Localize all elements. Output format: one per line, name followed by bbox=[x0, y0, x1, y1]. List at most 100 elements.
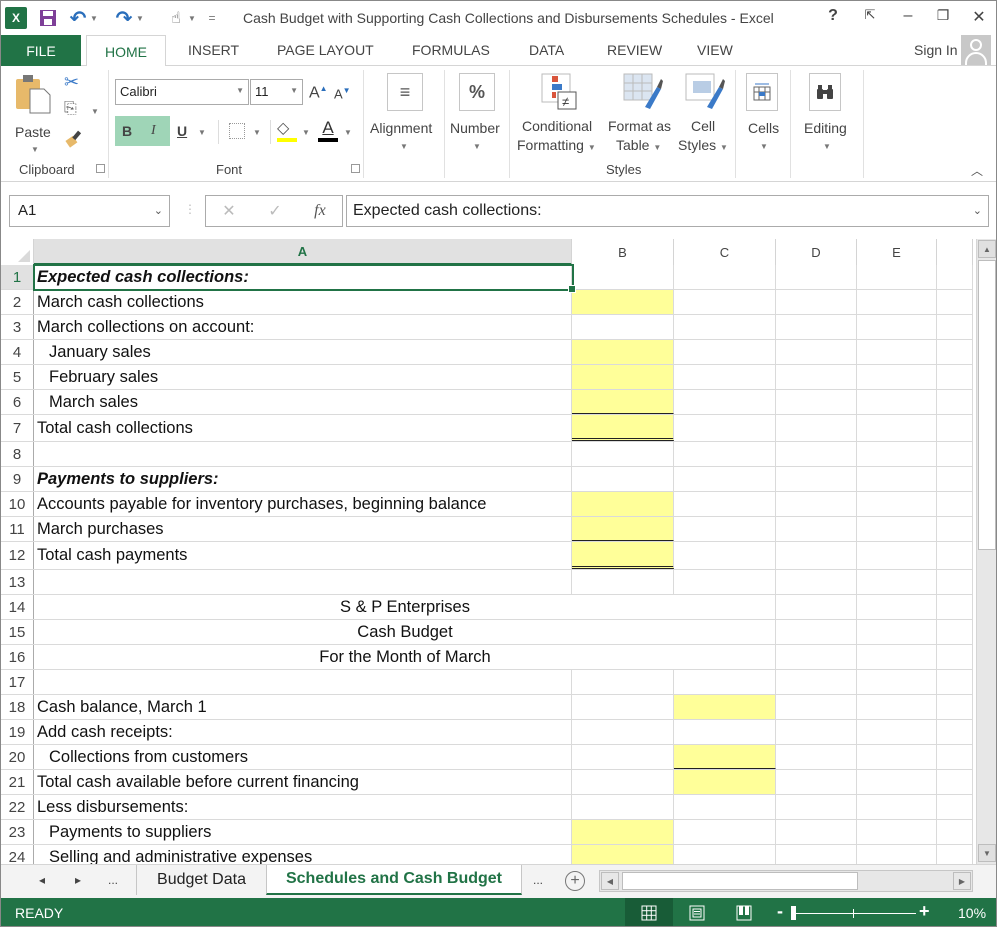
sign-in-link[interactable]: Sign In bbox=[914, 42, 958, 58]
cell-c21[interactable] bbox=[674, 770, 776, 794]
row-header[interactable]: 4 bbox=[1, 340, 34, 364]
row-header[interactable]: 3 bbox=[1, 315, 34, 339]
cell-f9[interactable] bbox=[937, 467, 973, 491]
cell-d3[interactable] bbox=[776, 315, 857, 339]
cell-d24[interactable] bbox=[776, 845, 857, 864]
cell-a15[interactable]: Cash Budget bbox=[34, 620, 776, 644]
copy-icon[interactable]: ⎘ bbox=[64, 100, 77, 118]
cell-f21[interactable] bbox=[937, 770, 973, 794]
cell-a8[interactable] bbox=[34, 442, 572, 466]
column-header[interactable] bbox=[937, 239, 973, 265]
cell-e11[interactable] bbox=[857, 517, 937, 541]
cell-c17[interactable] bbox=[674, 670, 776, 694]
font-color-dropdown-icon[interactable]: ▼ bbox=[344, 128, 352, 137]
cell-b12[interactable] bbox=[572, 542, 674, 569]
cell-d6[interactable] bbox=[776, 390, 857, 414]
minimize-button[interactable]: – bbox=[896, 7, 920, 25]
touch-mode-icon[interactable]: ☝ bbox=[165, 7, 187, 29]
cell-a4[interactable]: January sales bbox=[34, 340, 572, 364]
zoom-in-button[interactable]: + bbox=[919, 901, 930, 922]
tab-home[interactable]: HOME bbox=[86, 35, 166, 67]
cell-e7[interactable] bbox=[857, 415, 937, 441]
cell-d18[interactable] bbox=[776, 695, 857, 719]
zoom-level[interactable]: 10% bbox=[958, 905, 986, 921]
cell-a12[interactable]: Total cash payments bbox=[34, 542, 572, 569]
cell-f4[interactable] bbox=[937, 340, 973, 364]
scroll-left-icon[interactable]: ◀ bbox=[601, 872, 619, 890]
cell-a19[interactable]: Add cash receipts: bbox=[34, 720, 572, 744]
cell-e9[interactable] bbox=[857, 467, 937, 491]
cell-c5[interactable] bbox=[674, 365, 776, 389]
fill-color-button[interactable]: ◇ bbox=[277, 118, 297, 142]
zoom-slider-thumb[interactable] bbox=[791, 906, 796, 920]
cell-f1[interactable] bbox=[937, 265, 973, 289]
cell-b17[interactable] bbox=[572, 670, 674, 694]
cell-f20[interactable] bbox=[937, 745, 973, 769]
cell-f23[interactable] bbox=[937, 820, 973, 844]
vertical-scroll-thumb[interactable] bbox=[978, 260, 996, 550]
cell-d12[interactable] bbox=[776, 542, 857, 569]
cell-c7[interactable] bbox=[674, 415, 776, 441]
cell-d4[interactable] bbox=[776, 340, 857, 364]
prev-sheet-icon[interactable]: ◂ bbox=[39, 873, 45, 887]
cell-a1[interactable]: Expected cash collections: bbox=[34, 265, 572, 289]
close-button[interactable]: ✕ bbox=[967, 7, 991, 27]
cell-d8[interactable] bbox=[776, 442, 857, 466]
tab-data[interactable]: DATA bbox=[529, 42, 564, 58]
cell-b20[interactable] bbox=[572, 745, 674, 769]
cell-e12[interactable] bbox=[857, 542, 937, 569]
format-painter-icon[interactable] bbox=[65, 128, 85, 148]
cell-d1[interactable] bbox=[776, 265, 857, 289]
cell-a23[interactable]: Payments to suppliers bbox=[34, 820, 572, 844]
cell-e23[interactable] bbox=[857, 820, 937, 844]
underline-button[interactable]: U bbox=[177, 123, 187, 139]
row-header[interactable]: 6 bbox=[1, 390, 34, 414]
cell-a7[interactable]: Total cash collections bbox=[34, 415, 572, 441]
cell-c4[interactable] bbox=[674, 340, 776, 364]
cell-c24[interactable] bbox=[674, 845, 776, 864]
redo-icon[interactable]: ↷ bbox=[113, 7, 135, 30]
cell-c3[interactable] bbox=[674, 315, 776, 339]
zoom-out-button[interactable]: - bbox=[777, 901, 783, 922]
cell-e3[interactable] bbox=[857, 315, 937, 339]
cell-a13[interactable] bbox=[34, 570, 572, 594]
formula-input[interactable]: Expected cash collections: ⌄ bbox=[346, 195, 989, 227]
spreadsheet-grid[interactable]: ABCDE 1 Expected cash collections: 2 March … bbox=[1, 239, 976, 864]
column-header-a[interactable]: A bbox=[34, 239, 572, 265]
row-header[interactable]: 7 bbox=[1, 415, 34, 441]
cell-e24[interactable] bbox=[857, 845, 937, 864]
cell-c6[interactable] bbox=[674, 390, 776, 414]
cell-a10[interactable]: Accounts payable for inventory purchases… bbox=[34, 492, 572, 516]
cell-f8[interactable] bbox=[937, 442, 973, 466]
scroll-up-icon[interactable]: ▲ bbox=[978, 240, 996, 258]
cell-e20[interactable] bbox=[857, 745, 937, 769]
cell-f24[interactable] bbox=[937, 845, 973, 864]
sheet-tab-schedules-and-cash-budget[interactable]: Schedules and Cash Budget bbox=[266, 865, 522, 895]
borders-dropdown-icon[interactable]: ▼ bbox=[253, 128, 261, 137]
cell-b23[interactable] bbox=[572, 820, 674, 844]
collapse-ribbon-icon[interactable]: ︿ bbox=[971, 162, 983, 179]
cell-b2[interactable] bbox=[572, 290, 674, 314]
touch-dropdown-icon[interactable]: ▼ bbox=[187, 7, 197, 29]
cell-f5[interactable] bbox=[937, 365, 973, 389]
cell-a2[interactable]: March cash collections bbox=[34, 290, 572, 314]
help-button[interactable]: ? bbox=[821, 7, 845, 25]
cell-c2[interactable] bbox=[674, 290, 776, 314]
cell-b22[interactable] bbox=[572, 795, 674, 819]
cell-e10[interactable] bbox=[857, 492, 937, 516]
more-sheets-left[interactable]: ... bbox=[108, 873, 118, 887]
row-header[interactable]: 15 bbox=[1, 620, 34, 644]
ribbon-display-options-button[interactable]: ⇱ bbox=[858, 7, 882, 23]
cell-d5[interactable] bbox=[776, 365, 857, 389]
cell-a14[interactable]: S & P Enterprises bbox=[34, 595, 776, 619]
cell-b11[interactable] bbox=[572, 517, 674, 541]
cell-d16[interactable] bbox=[776, 645, 857, 669]
font-launcher-icon[interactable] bbox=[351, 164, 360, 173]
cell-c12[interactable] bbox=[674, 542, 776, 569]
cell-e15[interactable] bbox=[857, 620, 937, 644]
cell-a18[interactable]: Cash balance, March 1 bbox=[34, 695, 572, 719]
cell-e17[interactable] bbox=[857, 670, 937, 694]
cell-c20[interactable] bbox=[674, 745, 776, 769]
tab-review[interactable]: REVIEW bbox=[607, 42, 662, 58]
cell-f3[interactable] bbox=[937, 315, 973, 339]
